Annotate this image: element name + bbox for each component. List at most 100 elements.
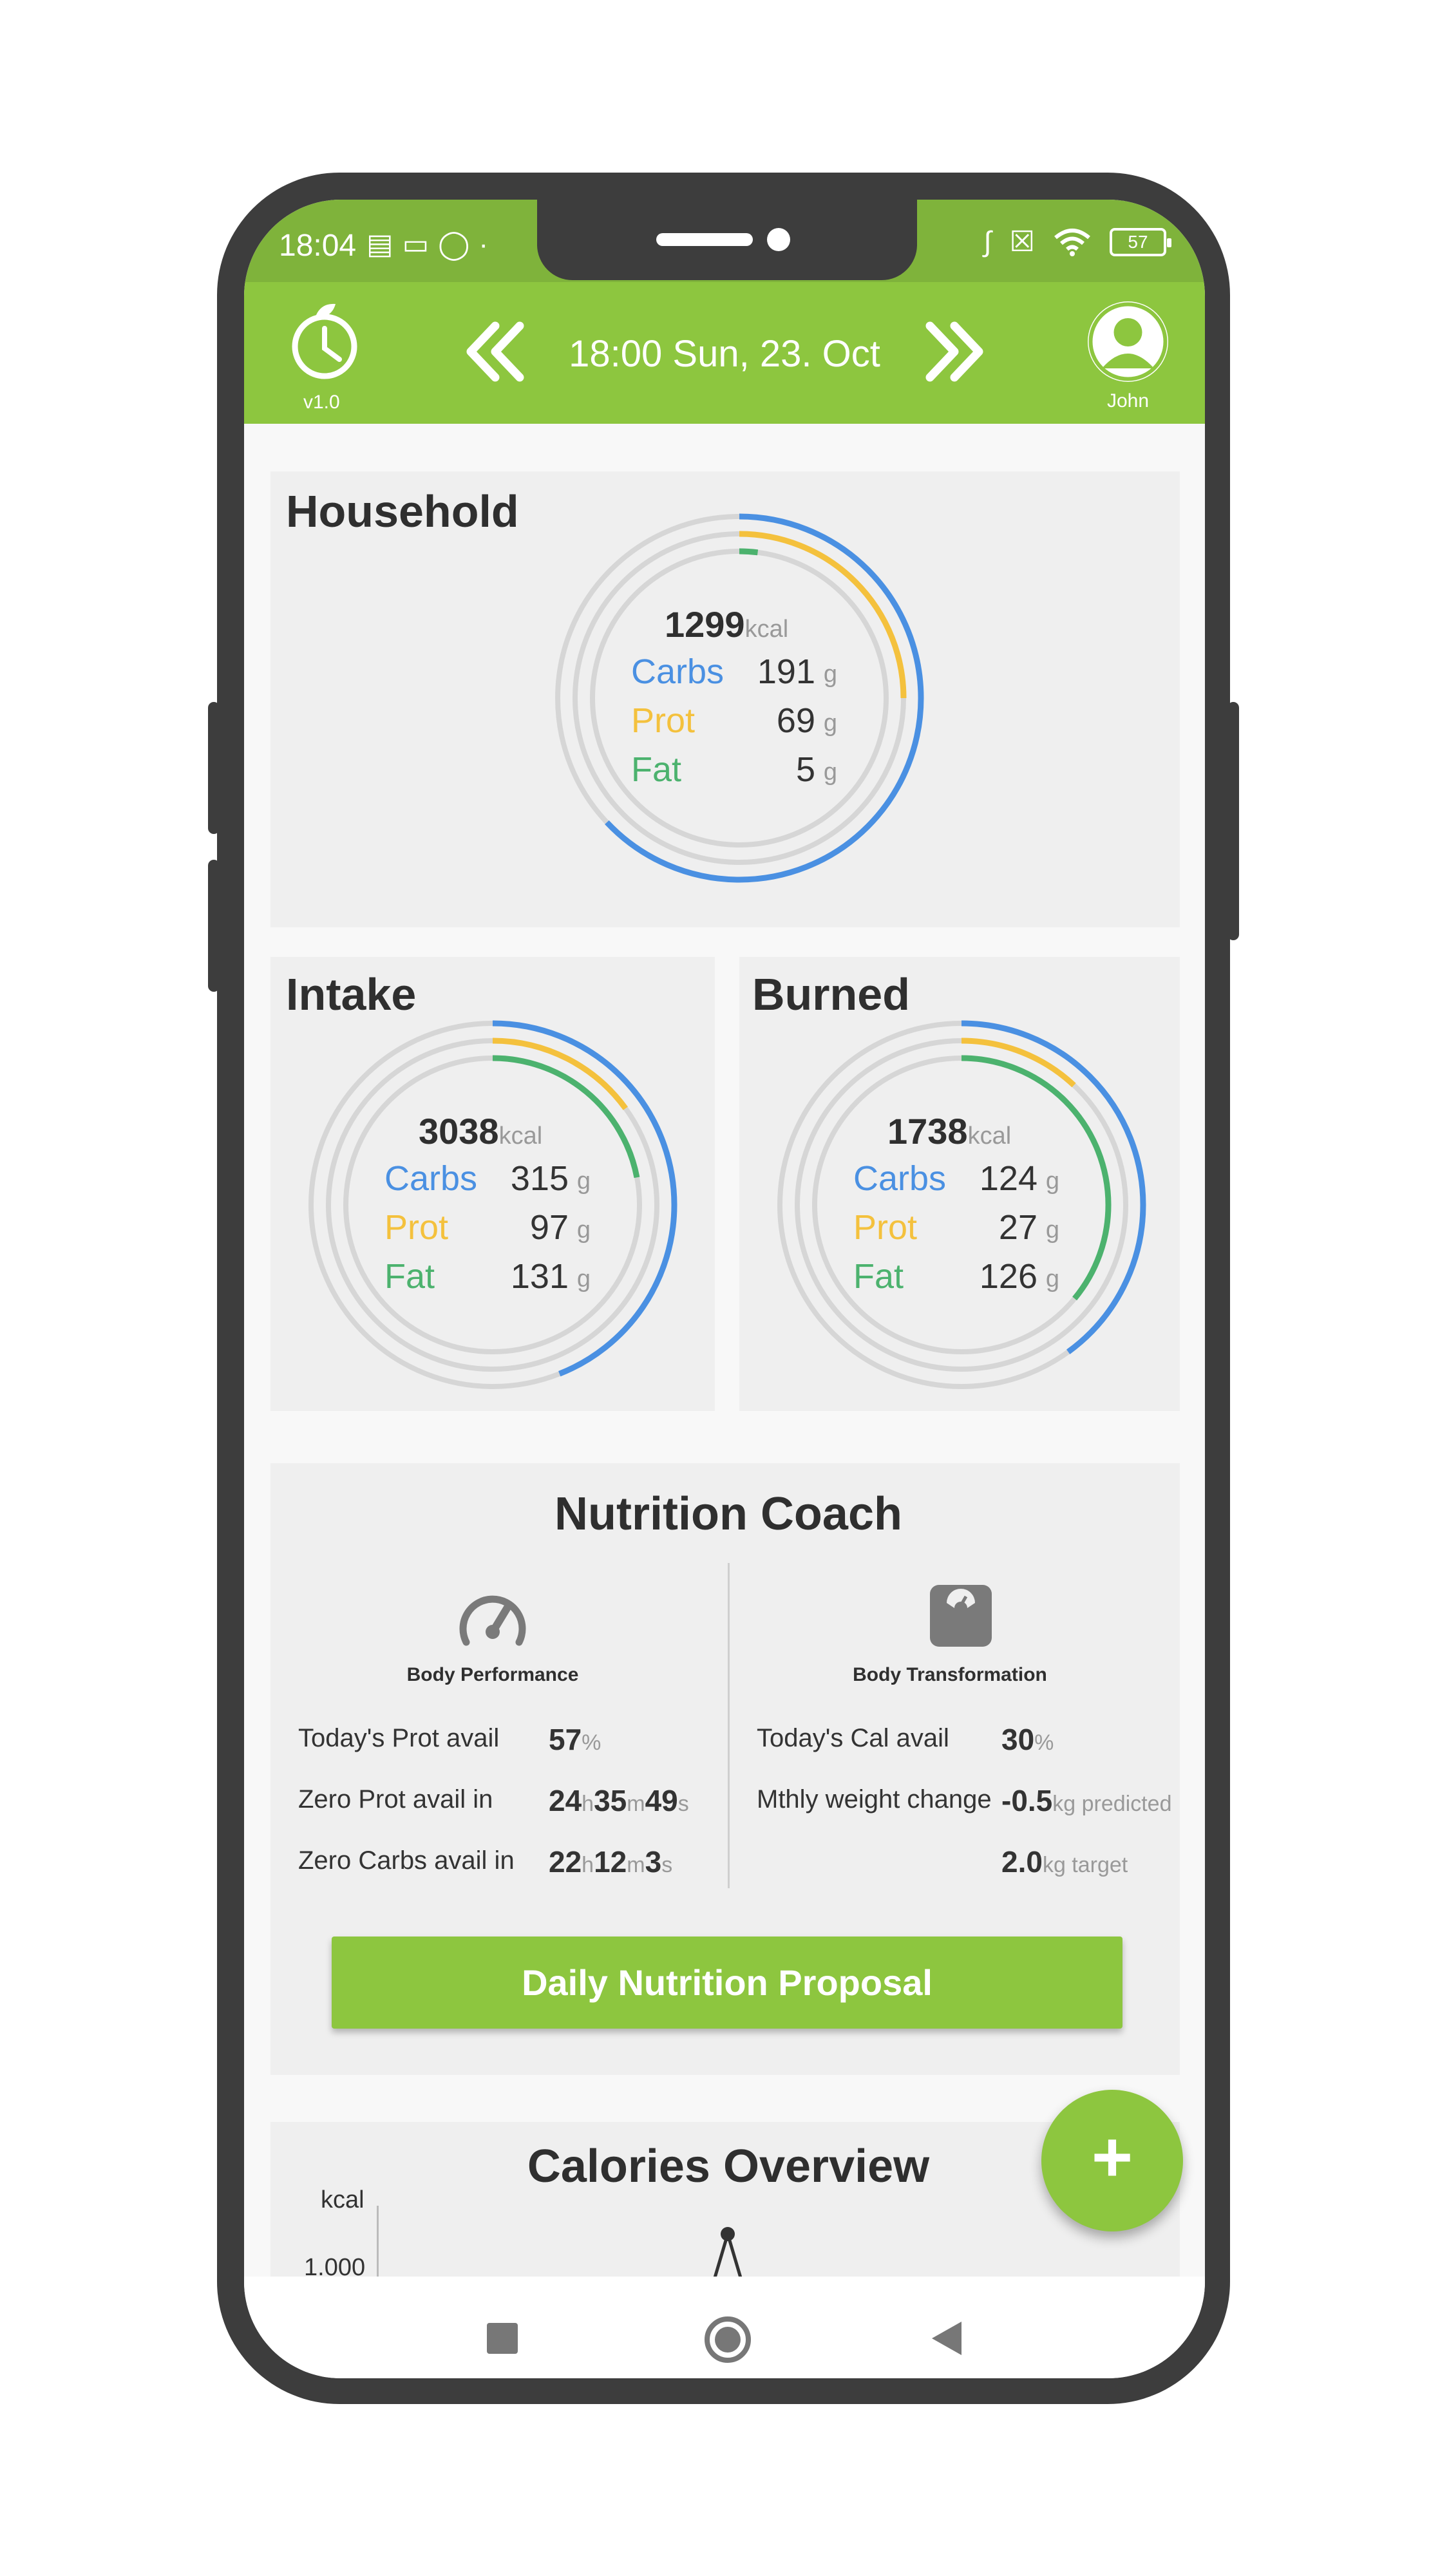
zero-carbs-hours-unit: h <box>582 1853 594 1877</box>
add-entry-button[interactable]: + <box>1041 2090 1183 2231</box>
burned-prot-unit: g <box>1045 1217 1059 1244</box>
household-prot-unit: g <box>823 710 837 737</box>
zero-prot-hours: 24 <box>549 1784 582 1817</box>
notification-icon: ▤ <box>366 229 402 260</box>
coach-divider <box>728 1563 730 1888</box>
dot-icon: · <box>478 229 498 260</box>
burned-card[interactable]: Burned 1738kcal Carbs 124 g Prot 27 g Fa… <box>739 957 1180 1411</box>
intake-macros: Carbs 315 g Prot 97 g Fat 131 g <box>384 1159 603 1313</box>
camera-icon <box>767 228 790 251</box>
next-day-icon[interactable] <box>922 319 987 384</box>
weight-change-label: Mthly weight change <box>757 1785 992 1814</box>
zero-carbs-hours: 22 <box>549 1845 582 1879</box>
household-prot-label: Prot <box>631 701 696 740</box>
laptop-icon: ▭ <box>402 229 439 260</box>
weight-predicted-number: -0.5 <box>1001 1784 1053 1817</box>
app-screen: 18:04 ▤▭◯· ∫ ☒ 57 v1.0 18:00 Sun, 23. Oc… <box>244 200 1205 2378</box>
burned-fat-label: Fat <box>853 1257 904 1296</box>
no-sim-icon: ☒ <box>1009 226 1035 258</box>
bluetooth-icon: ∫ <box>983 225 992 258</box>
intake-carbs-value: 315 <box>510 1159 569 1198</box>
cal-avail-value: 30% <box>1001 1722 1054 1757</box>
burned-kcal-value: 1738 <box>887 1111 968 1151</box>
speaker-icon <box>656 233 753 246</box>
burned-macros: Carbs 124 g Prot 27 g Fat 126 g <box>853 1159 1072 1313</box>
weight-target-value: 2.0kg target <box>1001 1844 1128 1879</box>
household-prot-value: 69 <box>776 701 815 740</box>
scale-icon <box>930 1585 992 1647</box>
burned-kcal-unit: kcal <box>967 1122 1012 1150</box>
zero-carbs-minutes: 12 <box>594 1845 627 1879</box>
intake-carbs-unit: g <box>576 1168 591 1195</box>
intake-kcal-unit: kcal <box>498 1122 543 1150</box>
status-icons-right: ∫ ☒ 57 <box>983 225 1171 258</box>
zero-carbs-seconds: 3 <box>645 1845 662 1879</box>
zero-carbs-seconds-unit: s <box>661 1853 673 1877</box>
prot-avail-number: 57 <box>549 1723 582 1756</box>
weight-predicted-value: -0.5kg predicted <box>1001 1783 1172 1818</box>
household-fat-value: 5 <box>795 750 815 789</box>
status-bar: 18:04 ▤▭◯· ∫ ☒ 57 <box>244 200 1205 283</box>
speedometer-icon <box>459 1595 526 1646</box>
zero-prot-hours-unit: h <box>582 1792 594 1816</box>
intake-title: Intake <box>286 969 417 1019</box>
household-kcal-value: 1299 <box>665 604 745 645</box>
user-avatar[interactable] <box>1088 301 1168 382</box>
zero-prot-minutes-unit: m <box>627 1792 645 1816</box>
weight-target-number: 2.0 <box>1001 1845 1043 1879</box>
intake-fat-value: 131 <box>510 1257 569 1296</box>
intake-carbs-label: Carbs <box>384 1159 478 1198</box>
intake-prot-value: 97 <box>529 1208 569 1247</box>
household-fat-label: Fat <box>631 750 682 789</box>
status-icons-left: ▤▭◯· <box>366 228 497 261</box>
household-kcal: 1299kcal <box>665 603 788 645</box>
zero-carbs-label: Zero Carbs avail in <box>298 1846 515 1875</box>
prot-avail-label: Today's Prot avail <box>298 1724 500 1752</box>
intake-fat-label: Fat <box>384 1257 435 1296</box>
household-macros: Carbs 191 g Prot 69 g Fat 5 g <box>631 652 850 806</box>
household-card[interactable]: Household 1299kcal Carbs 191 g Prot 69 g… <box>270 471 1180 927</box>
zero-carbs-minutes-unit: m <box>627 1853 645 1877</box>
weight-predicted-unit: kg predicted <box>1052 1792 1172 1816</box>
zero-prot-value: 24h35m49s <box>549 1783 689 1818</box>
user-icon <box>1088 302 1168 381</box>
daily-nutrition-proposal-button[interactable]: Daily Nutrition Proposal <box>332 1937 1122 2029</box>
zero-prot-seconds: 49 <box>645 1784 678 1817</box>
zero-prot-seconds-unit: s <box>677 1792 689 1816</box>
prot-avail-value: 57% <box>549 1722 601 1757</box>
burned-title: Burned <box>752 969 910 1019</box>
intake-kcal: 3038kcal <box>419 1110 542 1152</box>
burned-fat-unit: g <box>1045 1265 1059 1293</box>
zero-prot-label: Zero Prot avail in <box>298 1785 493 1814</box>
household-kcal-unit: kcal <box>744 616 789 643</box>
camera-notch <box>537 200 917 280</box>
coach-title: Nutrition Coach <box>554 1488 902 1540</box>
intake-card[interactable]: Intake 3038kcal Carbs 315 g Prot 97 g Fa… <box>270 957 715 1411</box>
burned-carbs-unit: g <box>1045 1168 1059 1195</box>
date-time-label[interactable]: 18:00 Sun, 23. Oct <box>244 332 1205 375</box>
recent-apps-icon[interactable] <box>487 2323 518 2354</box>
cal-avail-number: 30 <box>1001 1723 1035 1756</box>
wifi-icon <box>1054 228 1090 256</box>
burned-kcal: 1738kcal <box>887 1110 1011 1152</box>
status-time: 18:04 <box>279 229 357 263</box>
intake-prot-unit: g <box>576 1217 591 1244</box>
battery-icon: 57 <box>1110 227 1171 256</box>
intake-fat-unit: g <box>576 1265 591 1293</box>
intake-prot-label: Prot <box>384 1208 449 1247</box>
household-carbs-unit: g <box>823 661 837 688</box>
back-icon[interactable] <box>932 2322 961 2355</box>
burned-prot-value: 27 <box>998 1208 1037 1247</box>
household-fat-unit: g <box>823 759 837 786</box>
bulb-icon: ◯ <box>438 229 479 260</box>
zero-prot-minutes: 35 <box>594 1784 627 1817</box>
cal-avail-label: Today's Cal avail <box>757 1724 949 1752</box>
app-header: v1.0 18:00 Sun, 23. Oct John <box>244 282 1205 424</box>
body-transformation-heading: Body Transformation <box>853 1664 1047 1685</box>
home-icon[interactable] <box>705 2316 751 2363</box>
calories-axis-unit: kcal <box>321 2186 365 2213</box>
burned-carbs-label: Carbs <box>853 1159 947 1198</box>
burned-prot-label: Prot <box>853 1208 918 1247</box>
weight-target-unit: kg target <box>1042 1853 1128 1877</box>
nutrition-coach-card: Nutrition Coach Body Performance Body Tr… <box>270 1463 1180 2075</box>
